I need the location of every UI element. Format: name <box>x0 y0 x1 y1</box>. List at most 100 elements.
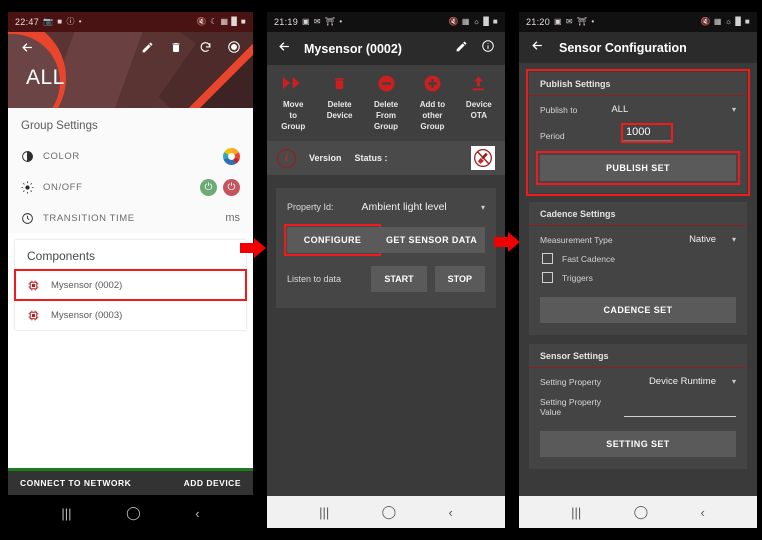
setting-property-value-row[interactable]: Setting Property Value <box>529 391 747 421</box>
cadence-settings-card: Cadence Settings Measurement Type Native… <box>529 202 747 335</box>
status-bar-left: 22:47 📷 ■ ⓘ • <box>15 17 82 27</box>
delete-from-group-button[interactable]: Delete From Group <box>363 72 409 132</box>
get-sensor-data-button[interactable]: GET SENSOR DATA <box>378 227 485 253</box>
trash-icon[interactable] <box>166 37 186 57</box>
recents-button[interactable]: ||| <box>319 505 329 520</box>
bottom-action-bar: CONNECT TO NETWORK ADD DEVICE <box>8 471 253 495</box>
phone-panel-group-settings: 22:47 📷 ■ ⓘ • 🔇 ☾ ▦ ▉ ■ ALL Group Settin… <box>8 12 253 528</box>
mail-icon: ✉ <box>565 17 573 26</box>
chevron-down-icon[interactable]: ▾ <box>716 377 736 386</box>
app-bar-actions <box>455 39 495 58</box>
property-button-row: CONFIGURE GET SENSOR DATA <box>283 224 485 256</box>
back-button[interactable]: ‹ <box>195 506 199 521</box>
back-button[interactable] <box>17 37 37 57</box>
recents-button[interactable]: ||| <box>61 506 71 521</box>
info-icon: i <box>277 148 296 168</box>
chevron-down-icon[interactable]: ▾ <box>716 105 736 114</box>
group-hero-banner: ALL <box>8 32 253 108</box>
mute-icon: 🔇 <box>196 17 208 26</box>
configure-button[interactable]: CONFIGURE <box>283 224 382 256</box>
status-bar-right: 🔇 ▦ ☼ ▉ ■ <box>701 18 750 26</box>
triggers-checkbox[interactable] <box>542 272 553 283</box>
phone-panel-device-detail: 21:19 ▣ ✉ ⛩ • 🔇 ▦ ☼ ▉ ■ Mysensor (0002) <box>267 12 505 528</box>
chip-icon <box>27 309 40 322</box>
mail-icon: ✉ <box>313 17 321 26</box>
triggers-row[interactable]: Triggers <box>529 268 747 287</box>
status-bar: 21:20 ▣ ✉ ⛩ • 🔇 ▦ ☼ ▉ ■ <box>519 12 757 32</box>
action-label: Delete From Group <box>374 100 399 131</box>
publish-set-button[interactable]: PUBLISH SET <box>536 151 740 185</box>
list-item[interactable]: Mysensor (0002) <box>14 269 247 301</box>
record-icon[interactable] <box>224 37 244 57</box>
action-label: Add to other Group <box>419 100 446 131</box>
battery-icon: ■ <box>240 17 246 26</box>
back-button[interactable] <box>277 39 292 59</box>
pencil-icon[interactable] <box>137 37 157 57</box>
components-heading: Components <box>27 249 96 263</box>
device-ota-button[interactable]: Device OTA <box>456 72 502 132</box>
property-id-label: Property Id: <box>287 202 334 212</box>
home-button[interactable]: ◯ <box>382 504 397 520</box>
status-bar-right: 🔇 ▦ ☼ ▉ ■ <box>449 18 498 26</box>
setting-control[interactable] <box>223 148 240 165</box>
list-item[interactable]: Mysensor (0003) <box>15 300 246 330</box>
start-button[interactable]: START <box>371 266 427 292</box>
system-nav-bar: ||| ◯ ‹ <box>267 496 505 528</box>
power-off-button[interactable]: ⏻ <box>223 179 240 196</box>
setting-label: ON/OFF <box>43 182 83 193</box>
broom-icon[interactable] <box>471 146 495 170</box>
brightness-icon <box>21 181 43 194</box>
add-to-other-group-button[interactable]: Add to other Group <box>409 72 455 132</box>
home-button[interactable]: ◯ <box>634 504 649 520</box>
photo-icon: ▣ <box>302 17 310 26</box>
delete-device-button[interactable]: Delete Device <box>316 72 362 132</box>
back-button[interactable] <box>530 38 545 58</box>
setting-row-onoff[interactable]: ON/OFF ⏻ ⏻ <box>8 172 253 203</box>
setting-set-button[interactable]: SETTING SET <box>540 431 736 457</box>
publish-to-value: ALL <box>611 104 629 115</box>
publish-to-row[interactable]: Publish to ALL ▾ <box>529 96 747 119</box>
refresh-icon[interactable] <box>195 37 215 57</box>
arrow-head <box>254 238 266 258</box>
sensor-settings-card: Sensor Settings Setting Property Device … <box>529 344 747 469</box>
measurement-type-label: Measurement Type <box>540 234 613 245</box>
period-row[interactable]: Period 1000 <box>529 119 747 145</box>
chevron-down-icon[interactable]: ▾ <box>716 235 736 244</box>
info-icon[interactable] <box>481 39 495 58</box>
property-id-row[interactable]: Property Id: Ambient light level ▾ <box>287 201 485 213</box>
setting-control[interactable]: ms <box>225 212 240 224</box>
battery-icon: ■ <box>744 17 750 26</box>
setting-property-value-label: Setting Property Value <box>540 397 601 417</box>
app-bar <box>8 32 253 62</box>
measurement-type-row[interactable]: Measurement Type Native ▾ <box>529 226 747 249</box>
setting-row-transition-time[interactable]: TRANSITION TIME ms <box>8 203 253 233</box>
setting-control[interactable]: ⏻ ⏻ <box>200 179 240 196</box>
setting-label: COLOR <box>43 151 80 162</box>
setting-row-color[interactable]: COLOR <box>8 141 253 172</box>
cadence-set-button[interactable]: CADENCE SET <box>540 297 736 323</box>
home-button[interactable]: ◯ <box>126 505 141 521</box>
connect-to-network-button[interactable]: CONNECT TO NETWORK <box>20 478 131 488</box>
sensor-settings-header: Sensor Settings <box>529 344 747 368</box>
add-device-button[interactable]: ADD DEVICE <box>184 478 241 488</box>
app-bar: Sensor Configuration <box>519 32 757 63</box>
page-title: ALL <box>26 66 65 89</box>
recents-button[interactable]: ||| <box>571 505 581 520</box>
setting-property-value-input[interactable] <box>623 413 736 417</box>
fast-cadence-row[interactable]: Fast Cadence <box>529 249 747 268</box>
power-on-button[interactable]: ⏻ <box>200 179 217 196</box>
system-nav-bar: ||| ◯ ‹ <box>8 495 253 528</box>
color-wheel-icon[interactable] <box>223 148 240 165</box>
setting-property-row[interactable]: Setting Property Device Runtime ▾ <box>529 368 747 391</box>
chevron-down-icon[interactable]: ▾ <box>481 203 485 212</box>
move-to-group-button[interactable]: Move to Group <box>270 72 316 132</box>
pencil-icon[interactable] <box>455 40 468 58</box>
period-input[interactable]: 1000 <box>621 123 673 143</box>
fast-cadence-checkbox[interactable] <box>542 253 553 264</box>
back-button[interactable]: ‹ <box>448 505 452 520</box>
bluetooth-icon: ⛩ <box>324 17 336 26</box>
trash-icon <box>332 72 347 94</box>
stop-button[interactable]: STOP <box>434 266 485 292</box>
back-button[interactable]: ‹ <box>700 505 704 520</box>
fast-cadence-label: Fast Cadence <box>562 253 615 264</box>
